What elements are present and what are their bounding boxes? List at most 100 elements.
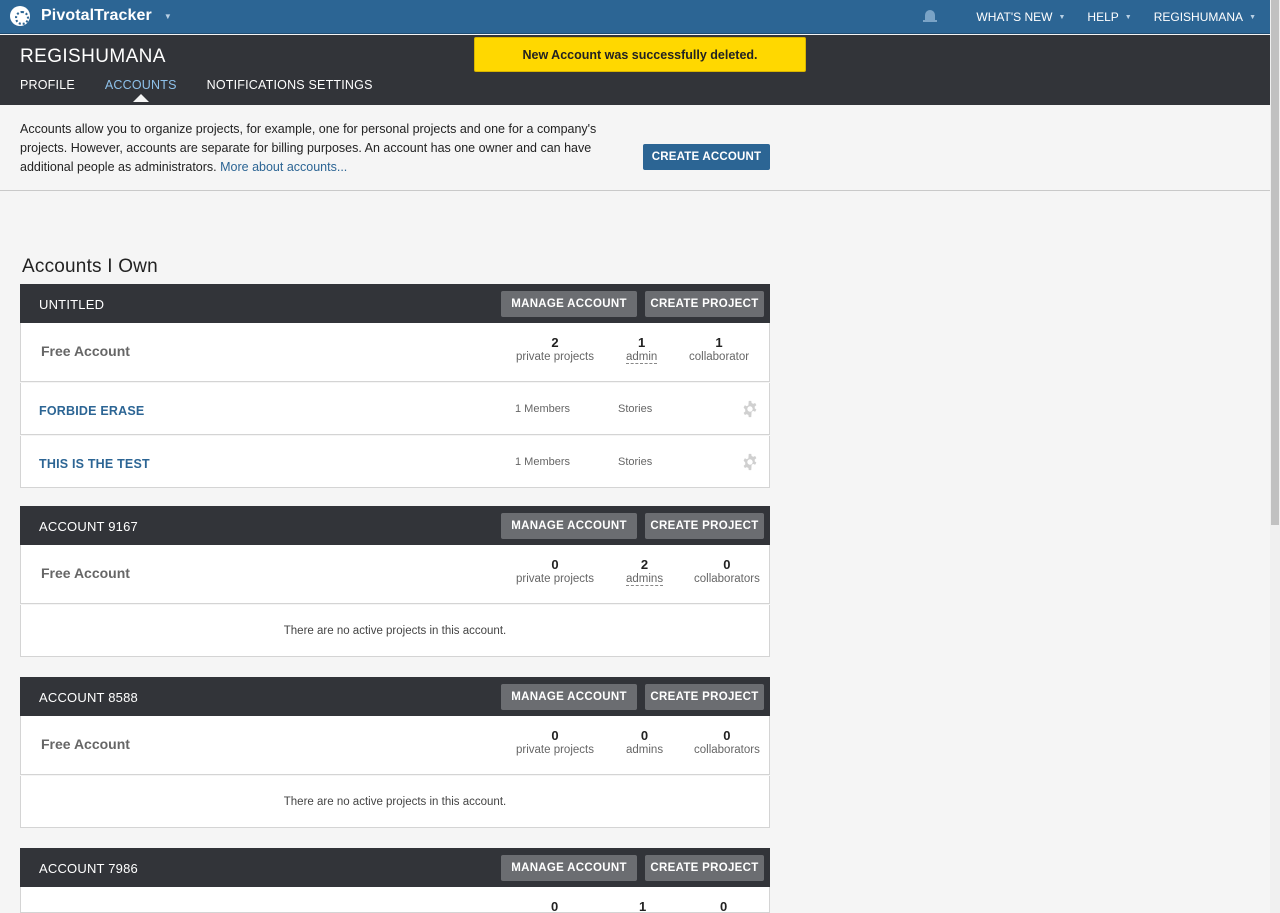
section-title: Accounts I Own — [22, 256, 158, 277]
stat-value: 1 — [715, 335, 723, 350]
stat-label: admins — [626, 744, 664, 756]
stat-label: private projects — [516, 744, 594, 756]
tab-accounts-label: ACCOUNTS — [104, 78, 177, 92]
plan-label: Free Account — [41, 343, 130, 359]
active-tab-indicator — [132, 94, 149, 102]
collaborators-stat: 0 — [720, 899, 728, 913]
flash-message: New Account was successfully deleted. — [474, 37, 806, 72]
account-header: ACCOUNT 9167 MANAGE ACCOUNT CREATE PROJE… — [20, 506, 770, 545]
create-project-button[interactable]: CREATE PROJECT — [645, 684, 764, 710]
notifications-bell-icon[interactable] — [923, 9, 938, 25]
account-name: UNTITLED — [39, 297, 105, 312]
help-label: HELP — [1087, 10, 1119, 24]
gear-icon[interactable] — [741, 453, 759, 471]
manage-account-button[interactable]: MANAGE ACCOUNT — [501, 513, 637, 539]
collaborators-stat: 0 collaborators — [694, 728, 760, 756]
tab-accounts[interactable]: ACCOUNTS — [104, 78, 177, 102]
stat-value: 0 — [720, 899, 728, 913]
stat-value: 2 — [551, 335, 559, 350]
stat-label: private projects — [516, 573, 594, 585]
stat-label: collaborators — [694, 573, 760, 585]
private-projects-stat: 0 — [551, 899, 559, 913]
more-about-accounts-link[interactable]: More about accounts... — [220, 160, 347, 174]
collaborators-stat: 0 collaborators — [694, 557, 760, 585]
scrollbar-thumb[interactable] — [1271, 0, 1279, 525]
no-projects-message: There are no active projects in this acc… — [20, 605, 770, 657]
project-name-link[interactable]: THIS IS THE TEST — [39, 457, 150, 471]
gear-icon[interactable] — [741, 400, 759, 418]
plan-label: Free Account — [41, 565, 130, 581]
accounts-intro: Accounts allow you to organize projects,… — [0, 105, 1270, 191]
stat-label: collaborators — [694, 744, 760, 756]
chevron-down-icon: ▼ — [1249, 13, 1256, 21]
stat-label: collaborator — [689, 351, 750, 363]
private-projects-stat: 0 private projects — [516, 557, 594, 585]
account-summary: 0 1 0 — [20, 887, 770, 913]
project-name-link[interactable]: FORBIDE ERASE — [39, 404, 144, 418]
admins-stat: 1 — [639, 899, 647, 913]
stat-value: 0 — [640, 728, 649, 743]
manage-account-button[interactable]: MANAGE ACCOUNT — [501, 684, 637, 710]
project-row: THIS IS THE TEST 1 Members Stories — [20, 436, 770, 488]
stat-label: private projects — [516, 351, 594, 363]
no-projects-message: There are no active projects in this acc… — [20, 776, 770, 828]
chevron-down-icon: ▼ — [163, 11, 172, 21]
account-header: ACCOUNT 8588 MANAGE ACCOUNT CREATE PROJE… — [20, 677, 770, 716]
account-header: ACCOUNT 7986 MANAGE ACCOUNT CREATE PROJE… — [20, 848, 770, 887]
admins-stat[interactable]: 2 admins — [626, 557, 664, 586]
stat-value: 1 — [639, 899, 647, 913]
create-project-button[interactable]: CREATE PROJECT — [645, 513, 764, 539]
help-menu[interactable]: HELP ▼ — [1087, 10, 1131, 24]
user-menu[interactable]: REGISHUMANA ▼ — [1154, 10, 1256, 24]
stat-value: 0 — [551, 557, 559, 572]
admins-stat[interactable]: 1 admin — [626, 335, 658, 364]
account-summary: Free Account 0 private projects 2 admins… — [20, 545, 770, 604]
plan-label: Free Account — [41, 736, 130, 752]
chevron-down-icon: ▼ — [1058, 13, 1066, 21]
private-projects-stat: 0 private projects — [516, 728, 594, 756]
collaborators-stat: 1 collaborator — [689, 335, 749, 363]
create-project-button[interactable]: CREATE PROJECT — [645, 291, 764, 317]
stat-value: 0 — [723, 557, 731, 572]
stat-value: 0 — [723, 728, 731, 743]
private-projects-stat: 2 private projects — [516, 335, 594, 363]
manage-account-button[interactable]: MANAGE ACCOUNT — [501, 855, 637, 881]
intro-text: Accounts allow you to organize projects,… — [20, 120, 620, 177]
project-stories: Stories — [618, 403, 653, 415]
top-navigation-bar: PivotalTracker ▼ WHAT'S NEW ▼ HELP ▼ REG… — [0, 0, 1270, 34]
create-project-button[interactable]: CREATE PROJECT — [645, 855, 764, 881]
page-title: REGISHUMANA — [20, 46, 166, 67]
account-name: ACCOUNT 7986 — [39, 861, 138, 876]
account-card: ACCOUNT 9167 MANAGE ACCOUNT CREATE PROJE… — [20, 506, 770, 657]
project-members: 1 Members — [515, 403, 571, 415]
stat-label: admins — [626, 573, 664, 586]
whats-new-menu[interactable]: WHAT'S NEW ▼ — [976, 10, 1065, 24]
account-name: ACCOUNT 9167 — [39, 519, 138, 534]
account-name: ACCOUNT 8588 — [39, 690, 138, 705]
brand-menu[interactable]: PivotalTracker ▼ — [10, 6, 172, 26]
tab-notifications-settings[interactable]: NOTIFICATIONS SETTINGS — [207, 78, 373, 101]
account-card: ACCOUNT 8588 MANAGE ACCOUNT CREATE PROJE… — [20, 677, 770, 828]
account-card: ACCOUNT 7986 MANAGE ACCOUNT CREATE PROJE… — [20, 848, 770, 913]
project-row: FORBIDE ERASE 1 Members Stories — [20, 383, 770, 435]
manage-account-button[interactable]: MANAGE ACCOUNT — [501, 291, 637, 317]
stat-label: admin — [626, 351, 658, 364]
chevron-down-icon: ▼ — [1124, 13, 1132, 21]
stat-value: 0 — [551, 899, 559, 913]
page-scrollbar[interactable] — [1270, 0, 1280, 913]
account-summary: Free Account 2 private projects 1 admin … — [20, 323, 770, 382]
profile-tabs: PROFILE ACCOUNTS NOTIFICATIONS SETTINGS — [20, 78, 403, 102]
admins-stat: 0 admins — [626, 728, 663, 756]
pivotal-logo-icon — [10, 6, 30, 26]
user-menu-label: REGISHUMANA — [1153, 10, 1244, 24]
account-summary: Free Account 0 private projects 0 admins… — [20, 716, 770, 775]
stat-value: 2 — [640, 557, 649, 572]
stat-value: 0 — [551, 728, 559, 743]
project-stories: Stories — [618, 456, 653, 468]
whats-new-label: WHAT'S NEW — [976, 10, 1053, 24]
account-header: UNTITLED MANAGE ACCOUNT CREATE PROJECT — [20, 284, 770, 323]
tab-profile[interactable]: PROFILE — [20, 78, 75, 101]
account-card: UNTITLED MANAGE ACCOUNT CREATE PROJECT F… — [20, 284, 770, 488]
project-members: 1 Members — [515, 456, 571, 468]
create-account-button[interactable]: CREATE ACCOUNT — [643, 144, 770, 170]
